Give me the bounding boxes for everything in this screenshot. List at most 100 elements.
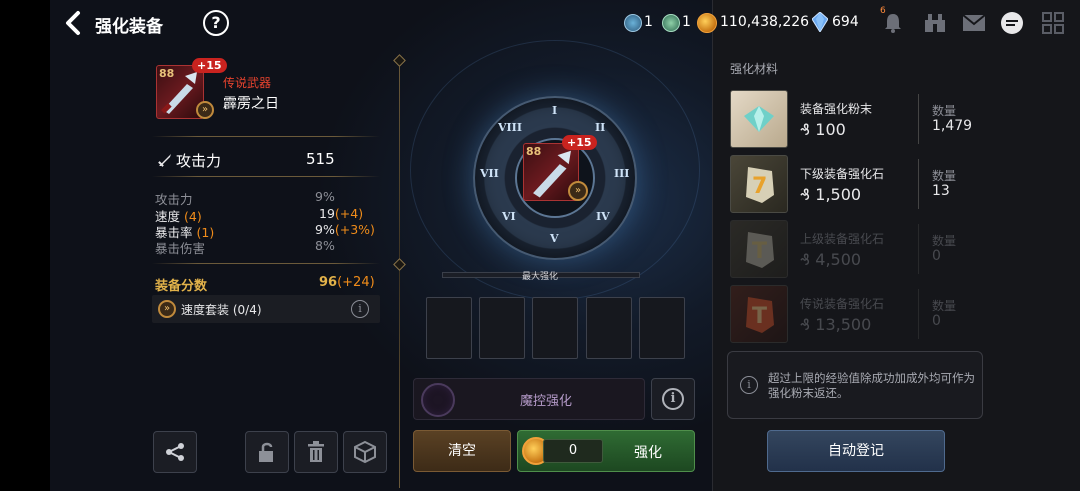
main-stat-icon xyxy=(157,152,173,172)
resource-crystal: 694 xyxy=(832,14,859,30)
svg-text:7: 7 xyxy=(752,174,767,199)
material-name: 上级装备强化石 xyxy=(800,232,885,246)
material-slot[interactable] xyxy=(639,297,685,359)
info-button[interactable]: i xyxy=(651,378,695,420)
quantity-label: 数量 xyxy=(932,169,957,183)
set-info-button[interactable]: i xyxy=(351,300,369,318)
quantity-value: 13 xyxy=(932,183,950,199)
material-cost-value: 1,500 xyxy=(815,185,862,204)
set-name: 速度套装 xyxy=(181,303,230,317)
item-name: 霹雳之日 xyxy=(223,96,279,112)
substat-value: 9%(+3%) xyxy=(315,222,375,237)
left-margin xyxy=(0,0,50,491)
main-stat-label: 攻击力 xyxy=(176,152,222,170)
svg-text:T: T xyxy=(752,304,767,329)
quantity-label: 数量 xyxy=(932,104,957,118)
material-slot[interactable] xyxy=(479,297,525,359)
material-slot[interactable] xyxy=(586,297,632,359)
substat-number: 19 xyxy=(319,206,335,221)
material-slot[interactable] xyxy=(426,297,472,359)
chat-button[interactable] xyxy=(999,10,1025,36)
quantity-value: 1,479 xyxy=(932,118,973,134)
mail-icon xyxy=(962,14,986,31)
resource-ticket-2: 1 xyxy=(682,14,691,30)
mail-button[interactable] xyxy=(961,10,987,36)
sword-stat-icon xyxy=(158,154,171,167)
gear-score-value: 96(+24) xyxy=(319,275,375,290)
main-stat-value: 515 xyxy=(306,150,335,168)
ring-numeral: II xyxy=(595,121,606,134)
material-name: 下级装备强化石 xyxy=(800,167,885,181)
auto-register-button[interactable]: 自动登记 xyxy=(767,430,945,472)
stone-icon: T xyxy=(746,232,774,268)
substat-value: 19(+4) xyxy=(319,206,363,221)
ring-numeral: VIII xyxy=(498,121,522,134)
grid-menu-icon xyxy=(1042,12,1064,34)
material-item-high-stone[interactable]: T 上级装备强化石 ₰ 4,500 数量 0 xyxy=(730,220,980,280)
resource-ticket-1: 1 xyxy=(644,14,653,30)
magic-circle-icon xyxy=(421,383,455,417)
guild-icon xyxy=(925,14,945,32)
svg-text:T: T xyxy=(752,239,767,264)
material-item-low-stone[interactable]: 7 下级装备强化石 ₰ 1,500 数量 13 xyxy=(730,155,980,215)
divider xyxy=(918,94,919,144)
divider xyxy=(152,136,380,137)
substat-value: 9% xyxy=(315,189,335,204)
speed-set-icon: » xyxy=(158,300,176,318)
notification-badge: 6 xyxy=(880,6,886,16)
substat-bonus: (+3%) xyxy=(334,222,375,237)
divider xyxy=(152,263,380,264)
ring-numeral: VII xyxy=(480,167,499,180)
page-title: 强化装备 xyxy=(95,17,163,37)
material-name: 传说装备强化石 xyxy=(800,297,885,311)
guild-button[interactable] xyxy=(922,10,948,36)
gear-score-label: 装备分数 xyxy=(155,279,208,294)
share-button[interactable] xyxy=(153,431,197,473)
substat-number: 9% xyxy=(315,222,335,237)
materials-title: 强化材料 xyxy=(730,62,779,76)
resource-gold: 110,438,226 xyxy=(720,14,810,30)
gear-score-bonus: (+24) xyxy=(337,275,375,290)
quantity-label: 数量 xyxy=(932,299,957,313)
help-button[interactable]: ? xyxy=(203,10,229,36)
max-enhance-label: 最大强化 xyxy=(522,272,559,282)
gold-coin-icon xyxy=(697,13,717,33)
set-label: 速度套装 (0/4) xyxy=(181,301,262,318)
divider xyxy=(918,159,919,209)
ring-numeral: III xyxy=(614,167,630,180)
back-button[interactable] xyxy=(63,10,87,36)
stone-icon: 7 xyxy=(746,167,774,203)
clear-button[interactable]: 清空 xyxy=(413,430,511,472)
divider xyxy=(918,224,919,274)
unlock-icon xyxy=(259,442,273,462)
set-badge-icon: » xyxy=(568,181,588,201)
material-name: 装备强化粉末 xyxy=(800,102,873,116)
note-text: 超过上限的经验值除成功加成外均可作为强化粉末返还。 xyxy=(768,371,975,400)
info-icon: i xyxy=(662,388,684,410)
material-cost: ₰ 1,500 xyxy=(800,185,862,204)
ticket-icon xyxy=(662,14,680,32)
material-cost: ₰ 100 xyxy=(800,120,846,139)
extract-button[interactable] xyxy=(343,431,387,473)
material-item-legend-stone[interactable]: T 传说装备强化石 ₰ 13,500 数量 0 xyxy=(730,285,980,345)
material-cost-value: 13,500 xyxy=(815,315,872,334)
back-arrow-icon xyxy=(66,11,80,35)
delete-button[interactable] xyxy=(294,431,338,473)
set-count: (0/4) xyxy=(232,303,262,317)
divider xyxy=(918,289,919,339)
cube-icon xyxy=(354,440,376,464)
ring-numeral: IV xyxy=(596,210,610,223)
menu-button[interactable] xyxy=(1040,10,1066,36)
material-cost: ₰ 13,500 xyxy=(800,315,872,334)
item-rarity: 传说武器 xyxy=(223,76,272,90)
material-cost: ₰ 4,500 xyxy=(800,250,862,269)
item-plus-badge: +15 xyxy=(192,58,227,73)
lock-button[interactable] xyxy=(245,431,289,473)
ring-numeral: I xyxy=(552,104,558,117)
material-item-powder[interactable]: 装备强化粉末 ₰ 100 数量 1,479 xyxy=(730,90,980,150)
quantity-value: 0 xyxy=(932,313,941,329)
set-badge-icon: » xyxy=(196,101,214,119)
enhance-cost: 0 xyxy=(543,439,603,463)
material-slot[interactable] xyxy=(532,297,578,359)
enhance-label: 强化 xyxy=(634,445,662,461)
